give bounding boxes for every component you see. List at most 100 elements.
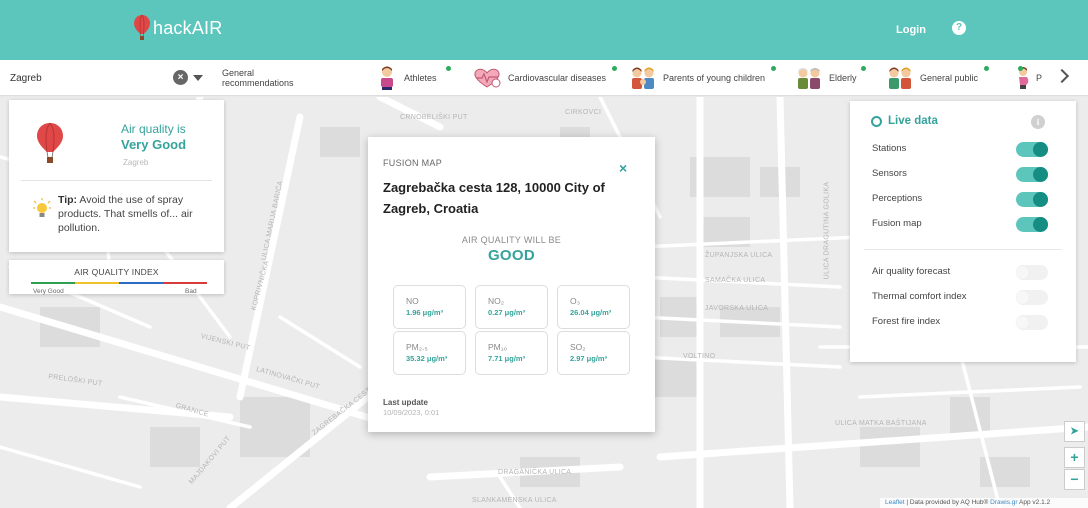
status-dot (771, 66, 776, 71)
street-label: CIRKOVCI (565, 109, 602, 116)
toggle-knob (1016, 316, 1029, 329)
aq-level: Very Good (121, 137, 187, 152)
index-segment-moderate (75, 282, 119, 284)
tab-general-public[interactable]: General public (886, 66, 989, 90)
aq-city: Zagreb (123, 158, 149, 167)
index-high-label: Bad (185, 288, 197, 295)
sensors-toggle[interactable] (1016, 167, 1048, 182)
street-label: SAMAČKA ULICA (705, 277, 766, 284)
pollutant-card: PM₁₀ 7.71 μg/m³ (475, 331, 548, 375)
street-label: VOLTINO (683, 353, 716, 360)
aq-heading: Air quality is (121, 122, 186, 136)
heart-icon (474, 68, 501, 88)
chevron-right-icon[interactable] (1054, 68, 1070, 84)
tab-label: General public (920, 73, 979, 83)
divider (864, 249, 1062, 250)
toggle-knob (1016, 291, 1029, 304)
street-label: ŽUPANJSKA ULICA (705, 252, 773, 259)
toggle-knob (1016, 266, 1029, 279)
pollutant-value: 0.27 μg/m³ (488, 308, 526, 317)
status-dot (446, 66, 451, 71)
city-search-input[interactable] (10, 67, 160, 89)
tab-label: Elderly (829, 73, 857, 83)
map-attribution: Leaflet | Data provided by AQ Hub® Drawi… (880, 498, 1088, 508)
aq-index-title: AIR QUALITY INDEX (74, 267, 159, 277)
balloon-icon (37, 122, 63, 163)
pollutant-name: O₃ (570, 296, 581, 306)
drawis-link[interactable]: Drawis.gr (990, 499, 1017, 506)
toggle-knob (1033, 142, 1048, 157)
pollutant-value: 1.96 μg/m³ (406, 308, 444, 317)
status-dot (984, 66, 989, 71)
divider (21, 180, 212, 181)
logo-text: hackAIR (153, 17, 223, 38)
live-circle-icon (871, 116, 882, 127)
status-dot (612, 66, 617, 71)
login-link[interactable]: Login (896, 24, 926, 36)
pollutant-value: 26.04 μg/m³ (570, 308, 612, 317)
clear-icon[interactable]: × (173, 70, 188, 85)
index-segment-poor (119, 282, 163, 284)
tab-label: Athletes (404, 73, 437, 83)
pollutant-card: NO₂ 0.27 μg/m³ (475, 285, 548, 329)
general-recommendations-tab[interactable]: General recommendations (222, 68, 312, 88)
help-icon[interactable]: ? (952, 21, 966, 35)
forecast-toggle[interactable] (1016, 265, 1048, 280)
zoom-in-button[interactable]: + (1064, 447, 1085, 468)
lightbulb-icon (33, 198, 51, 217)
chevron-down-icon[interactable] (193, 75, 203, 81)
elderly-icon (798, 68, 820, 89)
stations-toggle[interactable] (1016, 142, 1048, 157)
live-data-title: Live data (888, 115, 938, 127)
locate-icon[interactable]: ➤ (1064, 421, 1085, 442)
tab-label: Cardiovascular diseases (508, 73, 607, 83)
pollutant-name: SO₂ (570, 342, 586, 352)
fusion-map-toggle[interactable] (1016, 217, 1048, 232)
close-icon[interactable]: × (619, 160, 627, 176)
last-update-value: 10/09/2023, 0:01 (383, 408, 440, 417)
attribution-text: | Data provided by AQ Hub® (904, 499, 991, 506)
street-label: SLANKAMENSKA ULICA (472, 497, 557, 504)
street-label: ULICA DRAGUTINA GOLIKA (823, 181, 831, 280)
recommendation-bar: × General recommendations Athletes Cardi… (0, 60, 1088, 96)
layer-label-forest-fire: Forest fire index (872, 316, 941, 327)
leaflet-link[interactable]: Leaflet (885, 499, 905, 506)
layer-label-stations: Stations (872, 143, 907, 154)
air-quality-card: Air quality is Very Good Zagreb Tip: Avo… (9, 100, 224, 252)
tab-pregnant[interactable]: P (1016, 66, 1042, 90)
hackair-logo[interactable]: hackAIR (134, 14, 222, 42)
tab-cardiovascular[interactable]: Cardiovascular diseases (472, 66, 617, 90)
live-data-panel: Live data i Stations Sensors Perceptions… (850, 101, 1076, 362)
toggle-knob (1033, 217, 1048, 232)
pollutant-value: 2.97 μg/m³ (570, 354, 608, 363)
tab-parents[interactable]: Parents of young children (629, 66, 776, 90)
pollutant-card: PM₂.₅ 35.32 μg/m³ (393, 331, 466, 375)
forest-fire-toggle[interactable] (1016, 315, 1048, 330)
street-label: ULICA MATKA BAŠTIJANA (835, 420, 927, 427)
balloon-logo-icon (134, 14, 150, 40)
pollutant-card: NO 1.96 μg/m³ (393, 285, 466, 329)
layer-label-sensors: Sensors (872, 168, 907, 179)
general-public-icon (889, 67, 911, 89)
zoom-out-button[interactable]: − (1064, 469, 1085, 490)
tab-athletes[interactable]: Athletes (376, 66, 451, 90)
info-icon[interactable]: i (1031, 115, 1045, 129)
street-label: CRNOBELIŠKI PUT (400, 114, 468, 121)
index-low-label: Very Good (33, 288, 64, 295)
pollutant-card: O₃ 26.04 μg/m³ (557, 285, 630, 329)
app-version: App v2.1.2 (1017, 499, 1051, 506)
layer-label-perceptions: Perceptions (872, 193, 923, 204)
fusion-label: FUSION MAP (383, 158, 443, 168)
layer-label-forecast: Air quality forecast (872, 266, 951, 277)
pollutant-value: 7.71 μg/m³ (488, 354, 526, 363)
tab-elderly[interactable]: Elderly (795, 66, 866, 90)
perceptions-toggle[interactable] (1016, 192, 1048, 207)
street-label: DRAGANIČKA ULICA (498, 469, 572, 476)
tip-label: Tip: (58, 194, 78, 206)
street-label: JAVORSKA ULICA (705, 305, 769, 312)
thermal-comfort-toggle[interactable] (1016, 290, 1048, 305)
layer-label-fusion-map: Fusion map (872, 218, 922, 229)
fusion-map-popup: FUSION MAP × Zagrebačka cesta 128, 10000… (368, 137, 655, 432)
pollutant-card: SO₂ 2.97 μg/m³ (557, 331, 630, 375)
toggle-knob (1033, 167, 1048, 182)
